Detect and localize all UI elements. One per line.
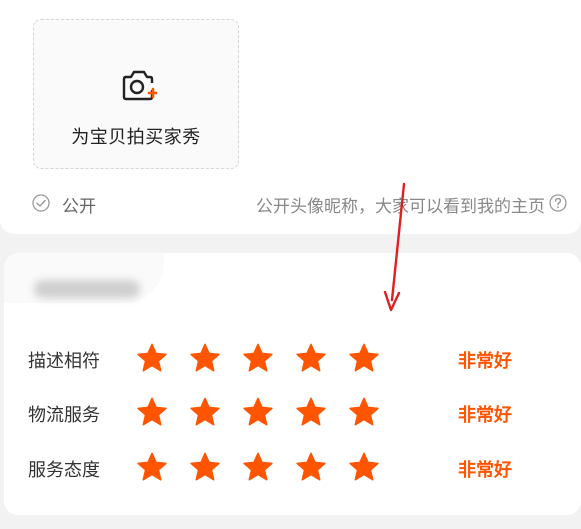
star-icon[interactable]: [348, 396, 380, 428]
star-icon[interactable]: [242, 342, 274, 374]
upload-card: 为宝贝拍买家秀 公开 公开头像昵称，大家可以看到我的主页: [0, 0, 581, 234]
star-icon[interactable]: [295, 451, 327, 483]
camera-plus-icon: [122, 70, 157, 101]
public-option-row: 公开 公开头像昵称，大家可以看到我的主页: [0, 188, 581, 224]
star-icon[interactable]: [242, 451, 274, 483]
star-icon[interactable]: [189, 451, 221, 483]
question-icon[interactable]: [549, 194, 567, 212]
rating-label: 描述相符: [28, 351, 100, 372]
star-icon[interactable]: [136, 396, 168, 428]
star-icon[interactable]: [136, 342, 168, 374]
rating-row-service: 服务态度 非常好: [4, 448, 581, 488]
add-photo-button[interactable]: 为宝贝拍买家秀: [33, 19, 239, 169]
rating-text: 非常好: [458, 351, 512, 372]
public-hint: 公开头像昵称，大家可以看到我的主页: [256, 197, 545, 217]
rating-label: 服务态度: [28, 460, 100, 481]
star-icon[interactable]: [242, 396, 274, 428]
review-page: 为宝贝拍买家秀 公开 公开头像昵称，大家可以看到我的主页 描述相符 非常好 物流…: [0, 0, 581, 529]
check-circle-icon[interactable]: [32, 194, 50, 212]
public-label[interactable]: 公开: [62, 192, 96, 217]
rating-text: 非常好: [458, 460, 512, 481]
rating-row-logistics: 物流服务 非常好: [4, 393, 581, 433]
shop-rating-card: 描述相符 非常好 物流服务 非常好 服务态度 非常好: [4, 253, 581, 515]
rating-text: 非常好: [458, 405, 512, 426]
store-name-blurred: [34, 280, 140, 298]
star-icon[interactable]: [295, 396, 327, 428]
star-icon[interactable]: [348, 451, 380, 483]
star-icon[interactable]: [189, 396, 221, 428]
star-icon[interactable]: [348, 342, 380, 374]
star-icon[interactable]: [136, 451, 168, 483]
add-photo-label: 为宝贝拍买家秀: [71, 127, 201, 148]
star-icon[interactable]: [189, 342, 221, 374]
rating-label: 物流服务: [28, 405, 100, 426]
rating-row-description: 描述相符 非常好: [4, 339, 581, 379]
star-icon[interactable]: [295, 342, 327, 374]
